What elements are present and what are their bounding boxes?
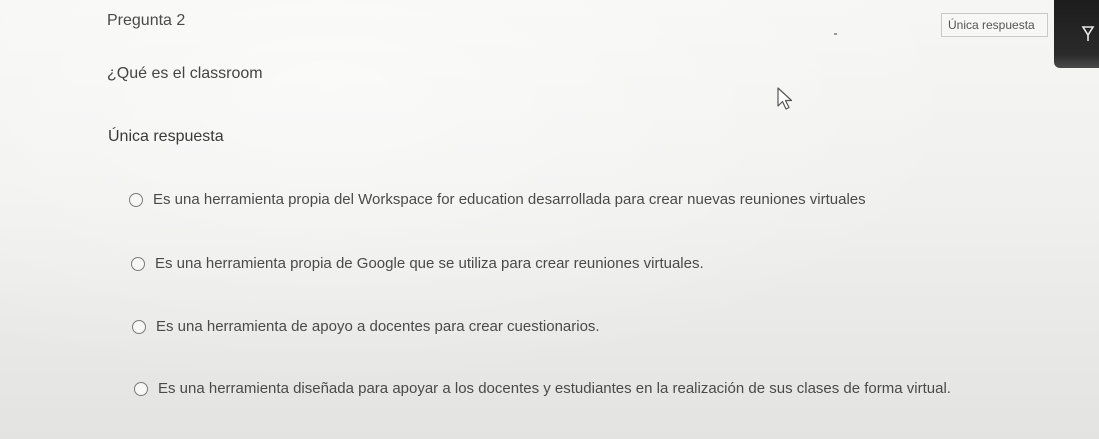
option-label: Es una herramienta diseñada para apoyar … xyxy=(158,380,951,397)
answer-option-2[interactable]: Es una herramienta propia de Google que … xyxy=(131,255,704,272)
divider-mark xyxy=(834,33,837,35)
option-label: Es una herramienta de apoyo a docentes p… xyxy=(156,318,600,335)
question-text: ¿Qué es el classroom xyxy=(107,65,263,82)
radio-button[interactable] xyxy=(129,192,143,207)
corner-widget-icon[interactable] xyxy=(1080,25,1096,43)
radio-button[interactable] xyxy=(132,319,146,334)
question-title: Pregunta 2 xyxy=(107,12,186,29)
option-label: Es una herramienta propia de Google que … xyxy=(155,255,704,272)
question-type-badge: Única respuesta xyxy=(941,13,1048,37)
answer-option-1[interactable]: Es una herramienta propia del Workspace … xyxy=(129,191,866,208)
mouse-pointer-icon xyxy=(777,87,793,110)
answer-type-label: Única respuesta xyxy=(108,128,224,145)
option-label: Es una herramienta propia del Workspace … xyxy=(153,191,866,208)
radio-button[interactable] xyxy=(134,381,148,396)
answer-option-4[interactable]: Es una herramienta diseñada para apoyar … xyxy=(134,380,951,397)
radio-button[interactable] xyxy=(131,256,145,271)
answer-option-3[interactable]: Es una herramienta de apoyo a docentes p… xyxy=(132,318,600,335)
